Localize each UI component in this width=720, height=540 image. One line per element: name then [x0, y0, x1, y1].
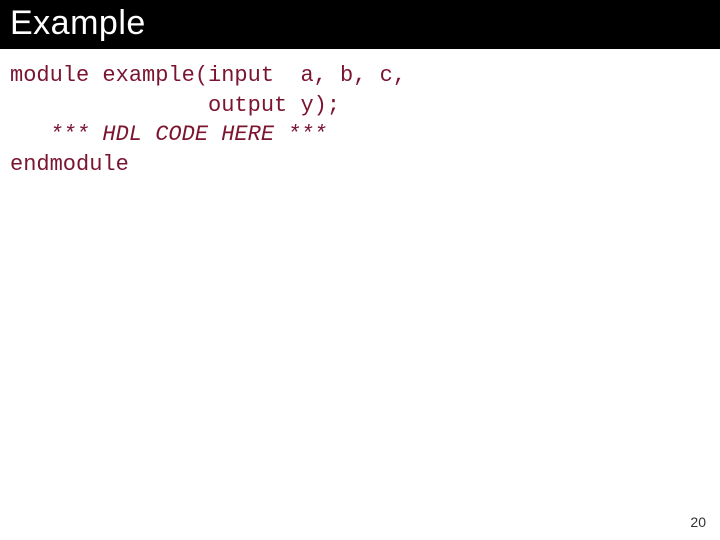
slide: Example module example(input a, b, c, ou…: [0, 0, 720, 540]
title-bar: Example: [0, 0, 720, 49]
page-number: 20: [690, 514, 706, 530]
code-line-3: *** HDL CODE HERE ***: [10, 120, 710, 150]
code-line-2: output y);: [10, 91, 710, 121]
code-line-1: module example(input a, b, c,: [10, 61, 710, 91]
code-block: module example(input a, b, c, output y);…: [0, 49, 720, 180]
code-line-4: endmodule: [10, 150, 710, 180]
slide-title: Example: [10, 4, 710, 43]
